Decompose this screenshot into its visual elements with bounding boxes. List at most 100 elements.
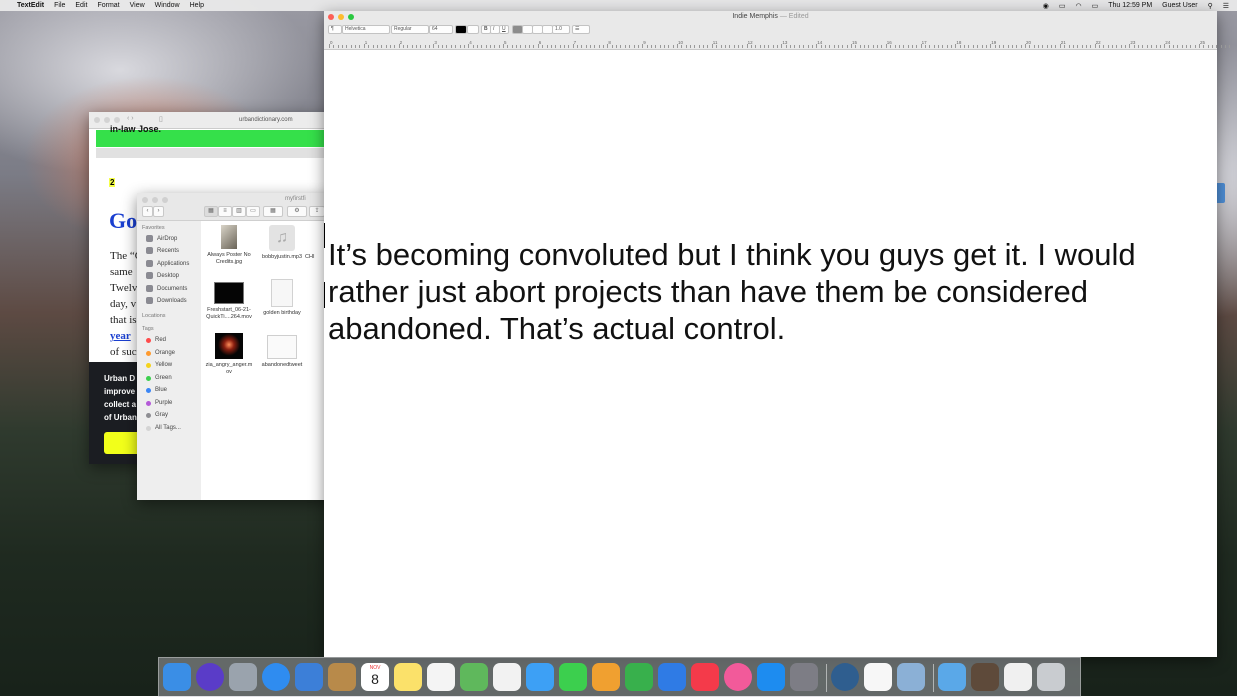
- messages-icon[interactable]: [526, 663, 554, 691]
- menu-file[interactable]: File: [54, 2, 65, 9]
- ruler[interactable]: 0 1 2 3 4 5 6 7 8 9 10 11 12 13 14 15 16 17 18 19 20 21 22 23 24…: [324, 38, 1231, 48]
- menu-help[interactable]: Help: [190, 2, 204, 9]
- zoom-button[interactable]: [114, 117, 120, 123]
- news-icon[interactable]: [691, 663, 719, 691]
- itunes-icon[interactable]: [724, 663, 752, 691]
- document-stack-icon[interactable]: [1004, 663, 1032, 691]
- forward-icon[interactable]: ›: [153, 206, 164, 217]
- file-item[interactable]: golden birthday: [257, 279, 307, 317]
- font-style-select[interactable]: Regular: [391, 25, 429, 34]
- back-icon[interactable]: ‹: [142, 206, 153, 217]
- screen-recording-icon[interactable]: ◉: [1043, 2, 1049, 10]
- battery-icon[interactable]: ▭: [1092, 2, 1099, 10]
- preview-icon[interactable]: [897, 663, 925, 691]
- share-icon[interactable]: ⇪: [309, 206, 325, 217]
- ruler-minor-tick: [659, 45, 661, 48]
- keynote-icon[interactable]: [658, 663, 686, 691]
- minimize-button[interactable]: [152, 197, 158, 203]
- tag-orange[interactable]: Orange: [146, 350, 175, 356]
- list-view-icon[interactable]: ≡: [218, 206, 232, 217]
- tag-red[interactable]: Red: [146, 337, 166, 343]
- menu-user[interactable]: Guest User: [1162, 2, 1197, 9]
- file-item[interactable]: Always Poster No Credits.jpg: [204, 225, 254, 266]
- font-size-select[interactable]: 64: [429, 25, 453, 34]
- facetime-icon[interactable]: [559, 663, 587, 691]
- sidebar-item-desktop[interactable]: Desktop: [146, 272, 179, 279]
- menu-app-name[interactable]: TextEdit: [17, 2, 44, 9]
- downloads-folder-icon[interactable]: [938, 663, 966, 691]
- launchpad-icon[interactable]: [229, 663, 257, 691]
- menu-window[interactable]: Window: [155, 2, 180, 9]
- font-family-select[interactable]: Helvetica: [342, 25, 390, 34]
- sidebar-item-documents[interactable]: Documents: [146, 285, 187, 292]
- zoom-button[interactable]: [162, 197, 168, 203]
- sidebar-item-airdrop[interactable]: AirDrop: [146, 235, 177, 242]
- file-item[interactable]: Freshstart_06-21- QuickTi....264.mov: [204, 282, 254, 321]
- maps-icon[interactable]: [460, 663, 488, 691]
- desktop-stack-icon[interactable]: [971, 663, 999, 691]
- safari-icon[interactable]: [262, 663, 290, 691]
- file-item[interactable]: abandonedtweet: [257, 335, 307, 369]
- notification-center-icon[interactable]: ☰: [1223, 2, 1229, 10]
- file-item[interactable]: zia_angry_anger.m ov: [204, 333, 254, 376]
- siri-icon[interactable]: [196, 663, 224, 691]
- textedit-icon[interactable]: [864, 663, 892, 691]
- line-spacing-select[interactable]: 1.0: [552, 25, 570, 34]
- trash-icon[interactable]: [1037, 663, 1065, 691]
- menu-clock[interactable]: Thu 12:59 PM: [1108, 2, 1152, 9]
- app-store-icon[interactable]: [757, 663, 785, 691]
- group-icon[interactable]: ▦: [263, 206, 283, 217]
- tag-green[interactable]: Green: [146, 375, 172, 381]
- quicktime-icon[interactable]: [831, 663, 859, 691]
- address-bar[interactable]: urbandictionary.com: [239, 117, 293, 123]
- mail-icon[interactable]: [295, 663, 323, 691]
- minimize-button[interactable]: [104, 117, 110, 123]
- photos-icon[interactable]: [493, 663, 521, 691]
- icon-view-icon[interactable]: ▦: [204, 206, 218, 217]
- gallery-view-icon[interactable]: ▭: [246, 206, 260, 217]
- dock-separator: [826, 664, 827, 692]
- sidebar-item-applications[interactable]: Applications: [146, 260, 189, 267]
- ruler-minor-tick: [1042, 45, 1044, 48]
- notes-icon[interactable]: [394, 663, 422, 691]
- ruler-minor-tick: [350, 45, 352, 48]
- body-link[interactable]: year: [110, 330, 131, 342]
- ruler-minor-tick: [550, 45, 552, 48]
- finder-icon[interactable]: [163, 663, 191, 691]
- system-preferences-icon[interactable]: [790, 663, 818, 691]
- sidebar-item-downloads[interactable]: Downloads: [146, 297, 187, 304]
- sidebar-toggle-icon[interactable]: ▯: [159, 115, 163, 123]
- sidebar-item-recents[interactable]: Recents: [146, 247, 179, 254]
- ruler-minor-tick: [1220, 45, 1222, 48]
- pages-icon[interactable]: [592, 663, 620, 691]
- spotlight-icon[interactable]: ⚲: [1208, 2, 1213, 10]
- file-item[interactable]: ♫ bobbyjustin.mp3: [257, 225, 307, 261]
- list-bullets-select[interactable]: ☰: [572, 25, 590, 34]
- ruler-minor-tick: [972, 45, 974, 48]
- back-forward-icon[interactable]: ‹ ›: [127, 115, 134, 122]
- contacts-icon[interactable]: [328, 663, 356, 691]
- tag-all[interactable]: All Tags...: [146, 425, 181, 431]
- wifi-icon[interactable]: ◠: [1075, 2, 1081, 10]
- column-view-icon[interactable]: ▥: [232, 206, 246, 217]
- action-gear-icon[interactable]: ⚙: [287, 206, 307, 217]
- reminders-icon[interactable]: [427, 663, 455, 691]
- text-color-swatch[interactable]: [455, 25, 467, 34]
- tag-yellow[interactable]: Yellow: [146, 362, 172, 368]
- entry-title[interactable]: Go: [109, 208, 137, 234]
- underline-button[interactable]: U: [499, 25, 509, 34]
- close-button[interactable]: [142, 197, 148, 203]
- highlight-color-swatch[interactable]: [467, 25, 479, 34]
- menu-format[interactable]: Format: [97, 2, 119, 9]
- paragraph-style-select[interactable]: ¶: [328, 25, 342, 34]
- tag-purple[interactable]: Purple: [146, 400, 172, 406]
- tag-gray[interactable]: Gray: [146, 412, 168, 418]
- menu-view[interactable]: View: [130, 2, 145, 9]
- tag-blue[interactable]: Blue: [146, 387, 167, 393]
- calendar-icon[interactable]: NOV 8: [361, 663, 389, 691]
- numbers-icon[interactable]: [625, 663, 653, 691]
- close-button[interactable]: [94, 117, 100, 123]
- document-text-area[interactable]: It’s becoming convoluted but I think you…: [324, 223, 1158, 347]
- airplay-icon[interactable]: ▭: [1059, 2, 1066, 10]
- menu-edit[interactable]: Edit: [75, 2, 87, 9]
